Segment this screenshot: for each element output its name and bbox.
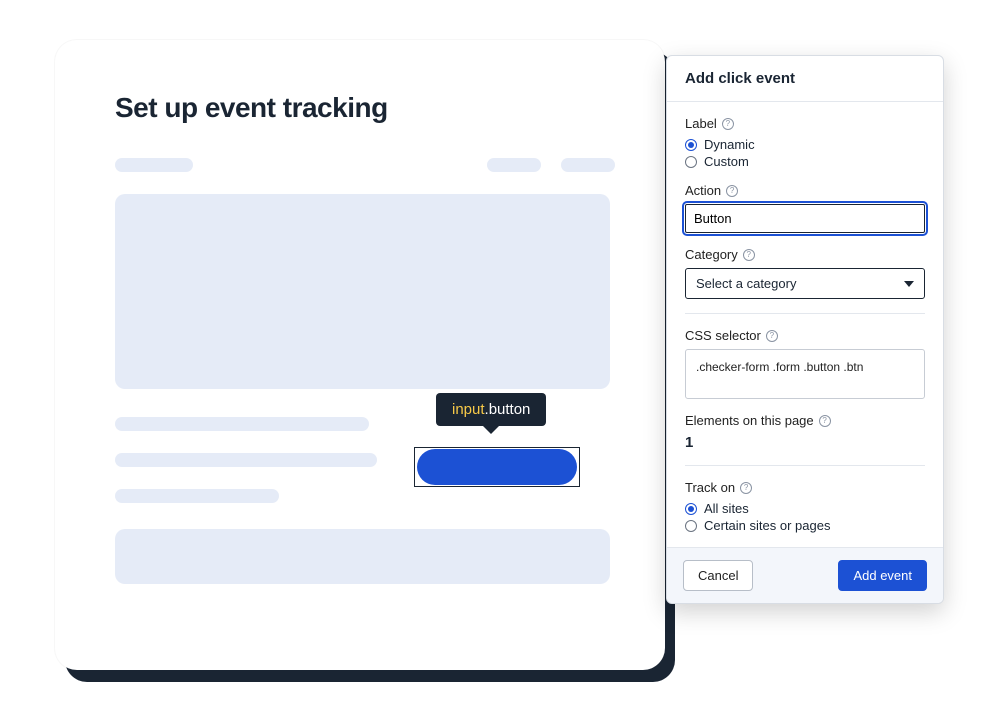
label-text: CSS selector [685,328,761,343]
track-field-label: Track on ? [685,480,925,495]
radio-custom[interactable]: Custom [685,154,925,169]
panel-body: Label ? Dynamic Custom Action ? Category [667,102,943,547]
placeholder-line [115,417,369,431]
chevron-down-icon [904,281,914,287]
label-text: Label [685,116,717,131]
cancel-button[interactable]: Cancel [683,560,753,591]
add-event-panel: Add click event Label ? Dynamic Custom A… [666,55,944,604]
help-icon[interactable]: ? [819,415,831,427]
placeholder-bar [115,158,193,172]
placeholder-row [115,158,615,172]
placeholder-line [115,453,377,467]
action-field-group: Action ? [685,183,925,233]
help-icon[interactable]: ? [766,330,778,342]
add-event-button[interactable]: Add event [838,560,927,591]
placeholder-line [115,489,279,503]
tooltip-class: .button [485,401,531,418]
elements-count-group: Elements on this page ? 1 [685,413,925,451]
selector-tooltip: input.button [436,393,546,426]
label-text: Track on [685,480,735,495]
selector-field-label: CSS selector ? [685,328,925,343]
radio-icon [685,520,697,532]
placeholder-bar [561,158,615,172]
track-field-group: Track on ? All sites Certain sites or pa… [685,480,925,533]
selector-field-group: CSS selector ? .checker-form .form .butt… [685,328,925,399]
page-title: Set up event tracking [115,92,615,124]
placeholder-bar [487,158,541,172]
selected-element-outline[interactable] [414,447,580,487]
selected-button-element[interactable] [417,449,577,485]
placeholder-card [115,194,610,389]
help-icon[interactable]: ? [740,482,752,494]
radio-certain-sites[interactable]: Certain sites or pages [685,518,925,533]
help-icon[interactable]: ? [722,118,734,130]
label-text: Elements on this page [685,413,814,428]
panel-footer: Cancel Add event [667,547,943,603]
select-placeholder: Select a category [696,276,796,291]
radio-icon [685,156,697,168]
radio-all-sites[interactable]: All sites [685,501,925,516]
category-field-label: Category ? [685,247,925,262]
label-text: Category [685,247,738,262]
content-canvas: Set up event tracking [55,40,665,670]
tooltip-tag: input [452,401,485,418]
divider [685,313,925,314]
placeholder-card [115,529,610,584]
label-text: Action [685,183,721,198]
panel-header: Add click event [667,56,943,102]
elements-count-value: 1 [685,434,925,451]
radio-label: All sites [704,501,749,516]
label-field-group: Label ? Dynamic Custom [685,116,925,169]
action-input[interactable] [685,204,925,233]
help-icon[interactable]: ? [726,185,738,197]
radio-label: Certain sites or pages [704,518,830,533]
category-field-group: Category ? Select a category [685,247,925,299]
radio-dynamic[interactable]: Dynamic [685,137,925,152]
category-select[interactable]: Select a category [685,268,925,299]
radio-icon [685,503,697,515]
label-field-label: Label ? [685,116,925,131]
action-field-label: Action ? [685,183,925,198]
radio-icon [685,139,697,151]
help-icon[interactable]: ? [743,249,755,261]
css-selector-textarea[interactable]: .checker-form .form .button .btn [685,349,925,399]
radio-label: Custom [704,154,749,169]
elements-count-label: Elements on this page ? [685,413,925,428]
radio-label: Dynamic [704,137,755,152]
divider [685,465,925,466]
